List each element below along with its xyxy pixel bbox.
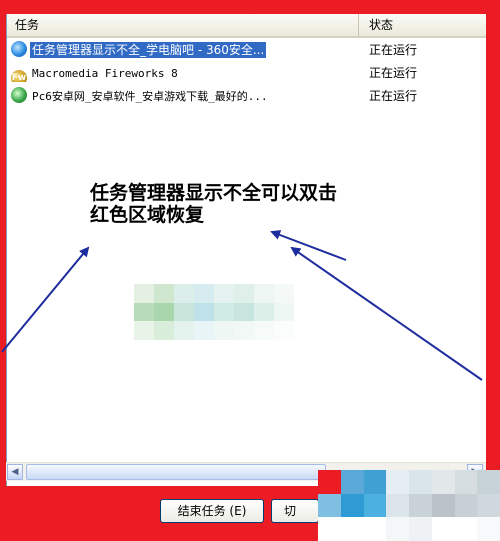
annotation-line-2: 红色区域恢复 <box>90 204 205 226</box>
task-name: Macromedia Fireworks 8 <box>32 67 178 80</box>
task-list[interactable]: 任务 状态 任务管理器显示不全_学电脑吧 - 360安全... 正在运行 Fw M… <box>6 14 487 486</box>
task-status: 正在运行 <box>369 43 418 57</box>
red-frame-right[interactable] <box>486 0 500 541</box>
blurred-corner <box>318 470 500 541</box>
task-row[interactable]: Fw Macromedia Fireworks 8 正在运行 <box>7 62 487 84</box>
annotation-line-1: 任务管理器显示不全可以双击 <box>90 182 338 204</box>
task-name: 任务管理器显示不全_学电脑吧 - 360安全... <box>30 42 267 58</box>
fireworks-icon: Fw <box>11 70 27 82</box>
blurred-region <box>134 284 294 340</box>
ie-icon <box>11 41 27 57</box>
task-status: 正在运行 <box>369 89 418 103</box>
column-header-task[interactable]: 任务 <box>7 14 359 36</box>
column-header-status[interactable]: 状态 <box>359 14 487 36</box>
red-frame-left[interactable] <box>0 0 6 490</box>
task-name: Pc6安卓网_安卓软件_安卓游戏下载_最好的... <box>32 90 268 103</box>
end-task-button[interactable]: 结束任务 (E) <box>160 499 264 523</box>
task-row[interactable]: 任务管理器显示不全_学电脑吧 - 360安全... 正在运行 <box>7 39 487 61</box>
task-status: 正在运行 <box>369 66 418 80</box>
column-header: 任务 状态 <box>7 14 487 38</box>
annotation-text: 任务管理器显示不全可以双击 红色区域恢复 <box>90 182 410 226</box>
scroll-left-button[interactable]: ◀ <box>7 464 23 480</box>
task-row[interactable]: Pc6安卓网_安卓软件_安卓游戏下载_最好的... 正在运行 <box>7 85 487 107</box>
scroll-thumb[interactable] <box>26 464 326 480</box>
ie-green-icon <box>11 87 27 103</box>
red-frame-top[interactable] <box>0 0 500 14</box>
switch-to-button[interactable]: 切 <box>271 499 319 523</box>
